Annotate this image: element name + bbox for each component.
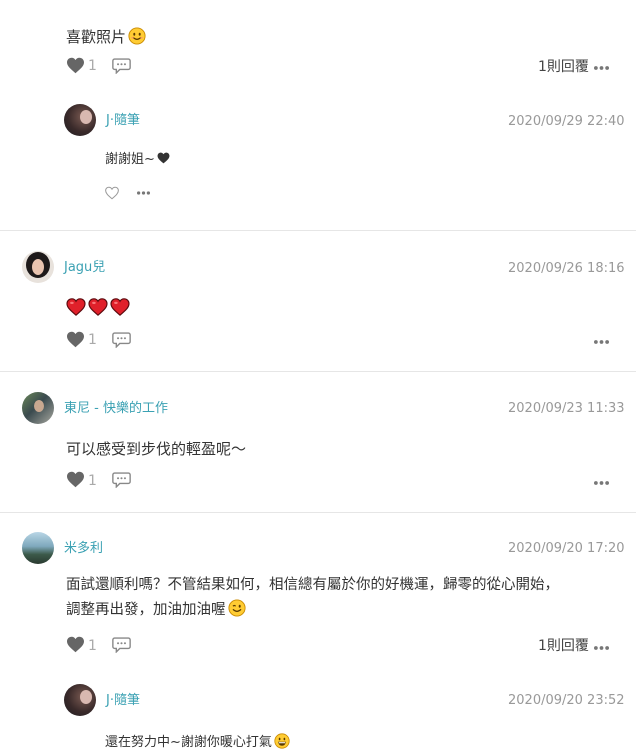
comment-text-line: 面試還順利嗎？不管結果如何，相信總有屬於你的好機運，歸零的從心開始， (66, 577, 559, 593)
red-heart-icon (110, 298, 130, 316)
like-count: 1 (88, 58, 97, 74)
avatar[interactable] (22, 392, 54, 424)
comment-text: 可以感受到步伐的輕盈呢～ (66, 440, 247, 458)
more-dots-icon[interactable] (594, 646, 609, 650)
speech-bubble-icon[interactable] (112, 637, 131, 653)
reply-text-body: 謝謝姐~ (105, 152, 155, 167)
avatar[interactable] (22, 532, 54, 564)
more-dots-icon[interactable] (594, 481, 609, 485)
heart-icon[interactable] (66, 57, 85, 74)
speech-bubble-icon[interactable] (112, 332, 131, 348)
reply-text: 還在努力中~謝謝你暖心打氣 (105, 733, 290, 749)
comment-author-link[interactable]: 東尼 - 快樂的工作 (64, 402, 168, 415)
speech-bubble-icon[interactable] (112, 472, 131, 488)
comment-text-body: 喜歡照片 (66, 28, 127, 46)
comment-divider (0, 371, 636, 372)
comment-timestamp: 2020/09/26 18:16 (508, 261, 625, 276)
comment-divider (0, 512, 636, 513)
reply-timestamp: 2020/09/20 23:52 (508, 693, 625, 708)
red-heart-icon (88, 298, 108, 316)
like-count: 1 (88, 638, 97, 654)
grinning-face-icon (274, 733, 290, 749)
comment-author-link[interactable]: 米多利 (64, 542, 103, 555)
heart-icon[interactable] (66, 331, 85, 348)
reply-count-link[interactable]: 1則回覆 (538, 639, 589, 653)
speech-bubble-icon[interactable] (112, 58, 131, 74)
red-heart-icon (66, 298, 86, 316)
avatar[interactable] (22, 251, 54, 283)
heart-icon[interactable] (66, 636, 85, 653)
like-count: 1 (88, 332, 97, 348)
comment-text (66, 298, 130, 318)
comment-timestamp: 2020/09/23 11:33 (508, 401, 625, 416)
reply-author-link[interactable]: J·隨筆 (106, 114, 140, 127)
more-dots-icon[interactable] (137, 191, 150, 195)
comment-timestamp: 2020/09/20 17:20 (508, 541, 625, 556)
comment-text: 喜歡照片 (66, 27, 146, 45)
heart-icon[interactable] (66, 471, 85, 488)
more-dots-icon[interactable] (594, 66, 609, 70)
like-count: 1 (88, 473, 97, 489)
comment-text-line-body: 調整再出發，加油加油喔 (66, 602, 226, 618)
winking-face-icon (228, 599, 246, 617)
comment-author-link[interactable]: Jagu兒 (64, 261, 105, 274)
heart-outline-icon[interactable] (104, 186, 120, 200)
reply-author-link[interactable]: J·隨筆 (106, 694, 140, 707)
reply-text-body: 還在努力中~謝謝你暖心打氣 (105, 735, 272, 750)
more-dots-icon[interactable] (594, 340, 609, 344)
avatar[interactable] (64, 104, 96, 136)
comment-text-line: 調整再出發，加油加油喔 (66, 598, 626, 623)
comment-text: 面試還順利嗎？不管結果如何，相信總有屬於你的好機運，歸零的從心開始， 調整再出發… (66, 573, 626, 623)
reply-timestamp: 2020/09/29 22:40 (508, 114, 625, 129)
reply-text: 謝謝姐~ (105, 152, 170, 166)
smiling-face-icon (128, 27, 146, 45)
reply-count-link[interactable]: 1則回覆 (538, 60, 589, 74)
black-heart-icon (157, 152, 170, 164)
comment-divider (0, 230, 636, 231)
avatar[interactable] (64, 684, 96, 716)
